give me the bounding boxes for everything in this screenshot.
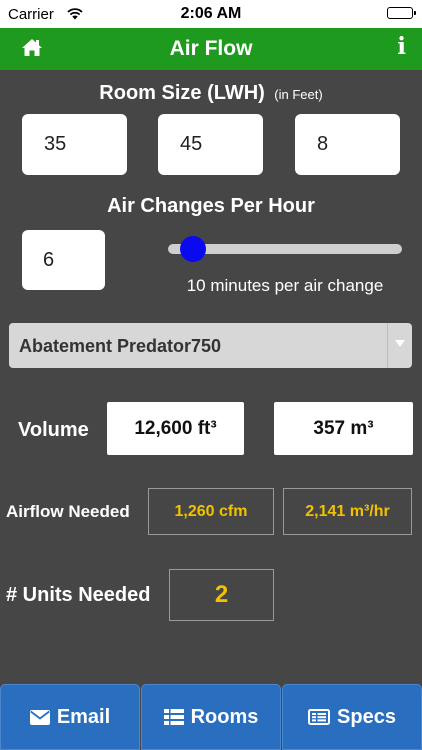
airflow-m3hr-value: 2,141 m³/hr — [283, 488, 412, 535]
room-size-heading: Room Size (LWH) (in Feet) — [0, 82, 422, 105]
envelope-icon — [29, 709, 50, 725]
volume-label: Volume — [18, 419, 89, 441]
dropdown-divider — [387, 323, 388, 368]
list-icon — [163, 709, 184, 725]
email-button-label: Email — [56, 705, 111, 728]
rooms-button[interactable]: Rooms — [141, 684, 281, 750]
email-button[interactable]: Email — [0, 684, 140, 750]
chevron-down-icon — [395, 340, 405, 347]
airflow-cfm-value: 1,260 cfm — [148, 488, 274, 535]
battery-icon — [387, 7, 416, 19]
length-field[interactable]: 35 — [22, 114, 127, 175]
width-field[interactable]: 45 — [158, 114, 263, 175]
clock-label: 2:06 AM — [180, 5, 242, 22]
air-changes-field[interactable]: 6 — [22, 230, 105, 290]
info-icon[interactable]: i — [397, 33, 406, 60]
specs-button-label: Specs — [337, 705, 396, 728]
volume-m3-value: 357 m³ — [274, 402, 413, 455]
equipment-select[interactable]: Abatement Predator750 — [9, 323, 412, 368]
status-bar: Carrier 2:06 AM — [0, 0, 422, 28]
rooms-button-label: Rooms — [190, 705, 259, 728]
specs-sheet-icon — [308, 709, 331, 725]
air-changes-slider-thumb[interactable] — [179, 236, 206, 262]
room-size-unit-note: (in Feet) — [274, 87, 323, 102]
units-needed-label: # Units Needed — [6, 584, 151, 606]
page-title: Air Flow — [169, 37, 253, 60]
units-needed-value: 2 — [169, 569, 274, 621]
air-change-caption: 10 minutes per air change — [186, 276, 384, 295]
air-changes-heading: Air Changes Per Hour — [107, 195, 315, 217]
equipment-selected-value: Abatement Predator750 — [19, 336, 222, 356]
room-size-title: Room Size (LWH) — [99, 82, 265, 104]
volume-ft3-value: 12,600 ft³ — [107, 402, 244, 455]
nav-bar: Air Flow i — [0, 28, 422, 70]
specs-button[interactable]: Specs — [282, 684, 422, 750]
height-field[interactable]: 8 — [295, 114, 400, 175]
airflow-label: Airflow Needed — [6, 502, 130, 521]
